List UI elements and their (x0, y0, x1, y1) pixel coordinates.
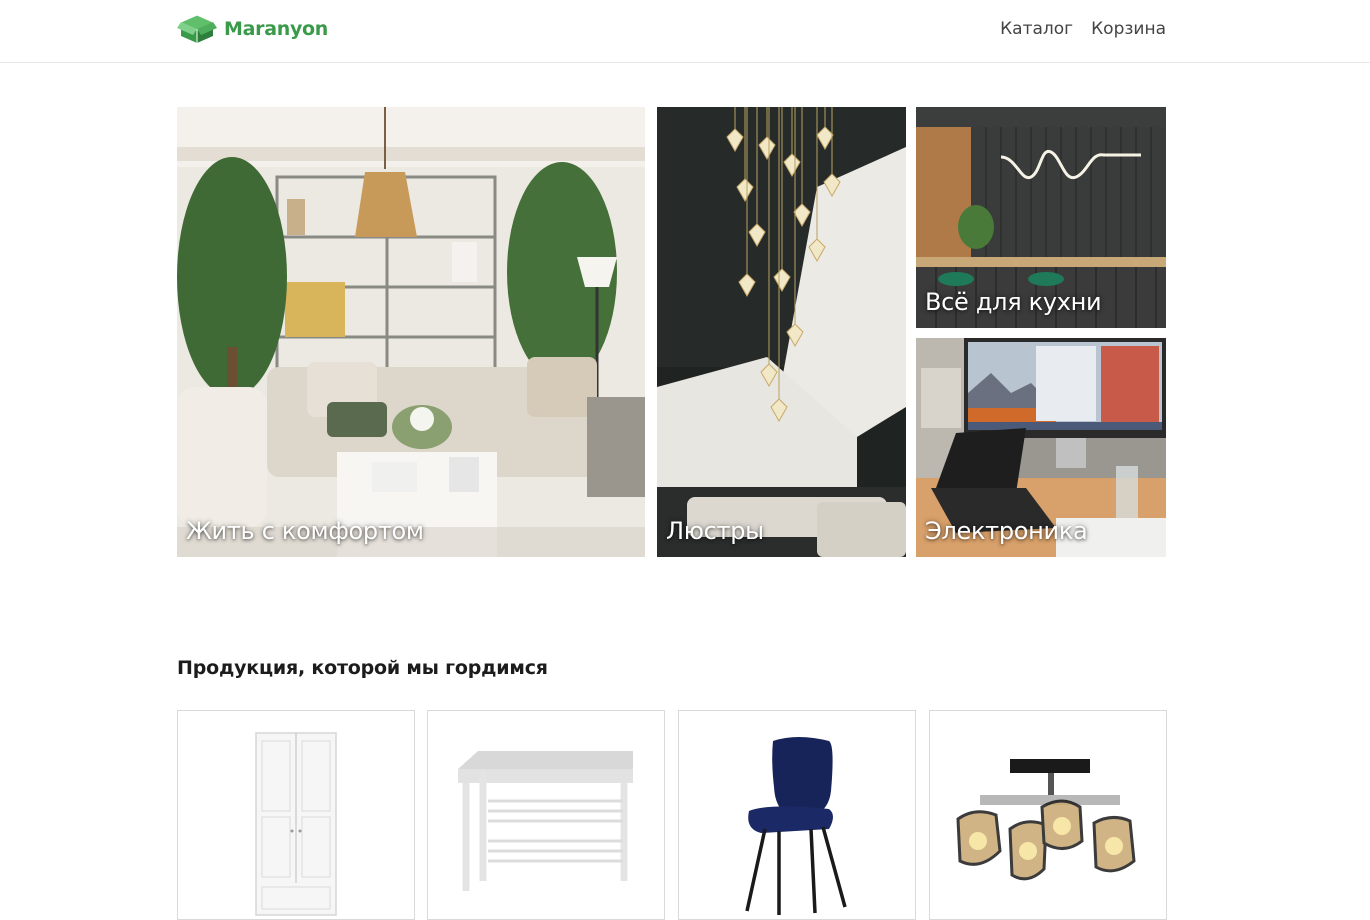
brand-name: Maranyon (224, 18, 329, 40)
tile-label: Люстры (666, 517, 764, 545)
category-tile-electronics[interactable]: Электроника (916, 338, 1166, 557)
tile-label: Электроника (925, 517, 1088, 545)
shoe-bench-image (458, 751, 633, 891)
chandelier-image (657, 107, 906, 557)
logo-link[interactable]: Maranyon (177, 12, 328, 46)
nav-cart-link[interactable]: Корзина (1091, 19, 1166, 39)
product-card[interactable] (427, 710, 665, 920)
main-nav: Каталог Корзина (1000, 19, 1166, 39)
living-room-image (177, 107, 645, 557)
box-logo-icon (177, 14, 217, 43)
products-section-title: Продукция, которой мы гордимся (177, 657, 548, 679)
tile-label: Всё для кухни (925, 288, 1102, 316)
blue-chair-image (745, 737, 847, 915)
category-tile-chandeliers[interactable]: Люстры (657, 107, 906, 557)
product-card[interactable] (929, 710, 1167, 920)
category-tile-kitchen[interactable]: Всё для кухни (916, 107, 1166, 328)
site-header: Maranyon Каталог Корзина (0, 0, 1370, 63)
product-card[interactable] (177, 710, 415, 920)
ceiling-lamp-image (956, 759, 1136, 881)
wardrobe-image (255, 732, 337, 916)
nav-catalog-link[interactable]: Каталог (1000, 19, 1073, 39)
tile-label: Жить с комфортом (186, 517, 424, 545)
category-tile-comfort[interactable]: Жить с комфортом (177, 107, 645, 557)
product-card[interactable] (678, 710, 916, 920)
